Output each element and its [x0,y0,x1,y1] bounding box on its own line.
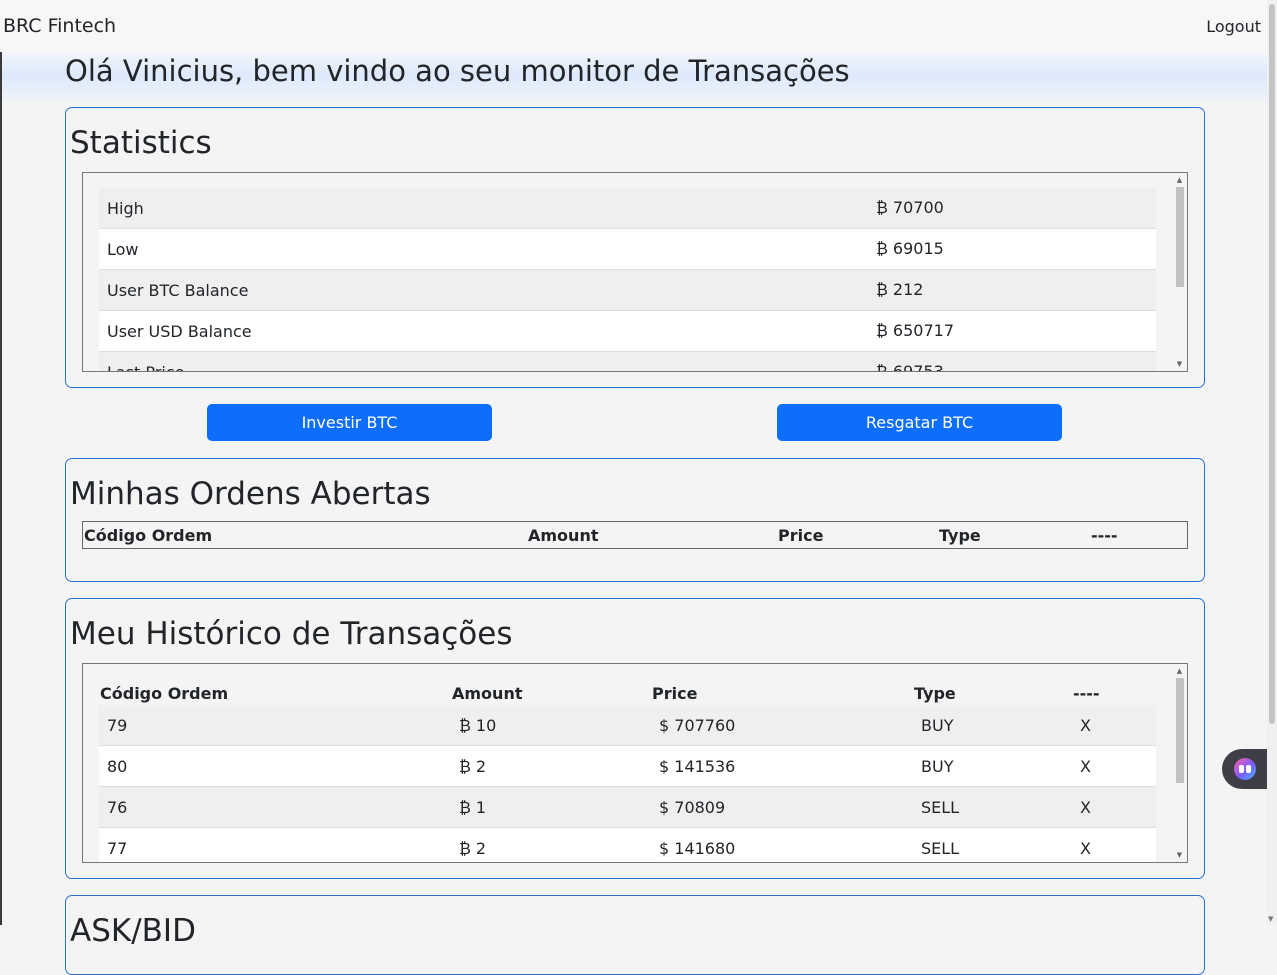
table-row: 77 ₿ 2 $ 141680 SELL X [99,828,1156,862]
open-orders-title: Minhas Ordens Abertas [70,476,431,512]
order-price: $ 141536 [659,757,736,776]
order-code: 76 [107,798,128,817]
history-table[interactable]: Código Ordem Amount Price Type ---- 79 ₿… [82,663,1188,863]
stat-label: High [107,198,144,218]
stat-value: ₿ 70700 [876,198,944,217]
history-card: Meu Histórico de Transações Código Ordem… [65,598,1205,879]
table-row: 80 ₿ 2 $ 141536 BUY X [99,746,1156,787]
col-header-amount: Amount [528,526,599,545]
stat-label: User BTC Balance [107,280,249,300]
stat-value: ₿ 650717 [876,321,955,340]
table-row: 76 ₿ 1 $ 70809 SELL X [99,787,1156,828]
order-type: BUY [921,716,954,735]
stat-row: High ₿ 70700 [99,188,1156,229]
order-code: 80 [107,757,128,776]
col-header-code: Código Ordem [100,684,229,703]
scroll-up-icon[interactable]: ▲ [1172,175,1187,185]
stat-label: User USD Balance [107,321,252,341]
cancel-order-button[interactable]: X [1080,716,1091,735]
scroll-up-icon[interactable]: ▲ [1172,666,1187,676]
order-type: SELL [921,839,960,858]
invest-btc-button[interactable]: Investir BTC [207,404,492,441]
statistics-card: Statistics High ₿ 70700 Low ₿ 69015 User… [65,107,1205,388]
navbar: BRC Fintech Logout [0,0,1267,52]
order-price: $ 70809 [659,798,726,817]
col-header-action: ---- [1073,684,1100,703]
cancel-order-button[interactable]: X [1080,757,1091,776]
history-title: Meu Histórico de Transações [70,616,513,652]
table-row: 79 ₿ 10 $ 707760 BUY X [99,705,1156,746]
open-orders-table: Código Ordem Amount Price Type ---- [82,521,1188,549]
stat-value: ₿ 69753 [876,362,944,372]
stat-row: Last Price ₿ 69753 [99,352,1156,372]
stat-row: User USD Balance ₿ 650717 [99,311,1156,352]
open-orders-card: Minhas Ordens Abertas Código Ordem Amoun… [65,458,1205,582]
chat-bot-icon [1234,758,1256,780]
brand-name[interactable]: BRC Fintech [3,15,116,37]
chat-bot-button[interactable] [1222,749,1267,789]
scrollbar-thumb[interactable] [1176,678,1184,783]
order-amount: ₿ 10 [459,716,497,735]
logout-link[interactable]: Logout [1206,17,1261,36]
order-amount: ₿ 2 [459,757,487,776]
col-header-type: Type [939,526,981,545]
page-title: Olá Vinicius, bem vindo ao seu monitor d… [65,54,850,88]
askbid-card: ASK/BID [65,895,1205,975]
order-type: BUY [921,757,954,776]
col-header-type: Type [914,684,956,703]
col-header-price: Price [778,526,824,545]
statistics-title: Statistics [70,125,212,161]
askbid-title: ASK/BID [70,913,196,949]
history-scrollbar[interactable]: ▲ ▼ [1172,664,1187,862]
scroll-down-icon[interactable]: ▼ [1268,916,1273,923]
page-scrollbar[interactable]: ▼ [1267,0,1277,925]
order-code: 79 [107,716,128,735]
stat-value: ₿ 212 [876,280,924,299]
statistics-table[interactable]: High ₿ 70700 Low ₿ 69015 User BTC Balanc… [82,172,1188,372]
col-header-action: ---- [1091,526,1118,545]
statistics-scrollbar[interactable]: ▲ ▼ [1172,173,1187,371]
stat-label: Last Price [107,362,185,372]
stat-value: ₿ 69015 [876,239,944,258]
col-header-price: Price [652,684,698,703]
stat-label: Low [107,239,139,259]
order-amount: ₿ 1 [459,798,487,817]
scrollbar-thumb[interactable] [1176,187,1184,287]
scroll-down-icon[interactable]: ▼ [1172,359,1187,369]
order-price: $ 707760 [659,716,736,735]
order-amount: ₿ 2 [459,839,487,858]
stat-row: Low ₿ 69015 [99,229,1156,270]
cancel-order-button[interactable]: X [1080,798,1091,817]
redeem-btc-button[interactable]: Resgatar BTC [777,404,1062,441]
col-header-code: Código Ordem [84,526,213,545]
order-code: 77 [107,839,128,858]
stat-row: User BTC Balance ₿ 212 [99,270,1156,311]
page-scrollbar-thumb[interactable] [1269,4,1275,724]
order-type: SELL [921,798,960,817]
col-header-amount: Amount [452,684,523,703]
window-edge [0,0,2,925]
scroll-down-icon[interactable]: ▼ [1172,850,1187,860]
cancel-order-button[interactable]: X [1080,839,1091,858]
order-price: $ 141680 [659,839,736,858]
